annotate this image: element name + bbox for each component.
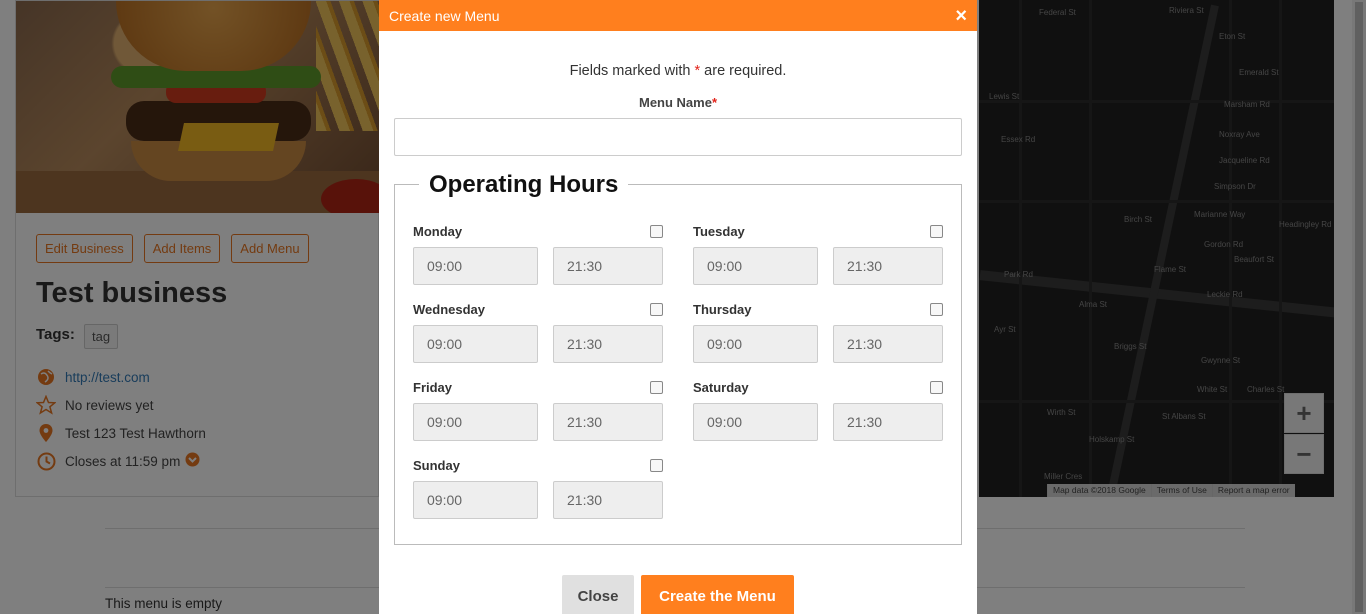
opening-time-input[interactable]: 09:00 [693,403,818,441]
opening-time-input[interactable]: 09:00 [413,247,538,285]
close-button[interactable]: Close [562,575,634,614]
closing-time-input[interactable]: 21:30 [833,325,943,363]
day-checkbox[interactable] [930,381,943,394]
opening-time-input[interactable]: 09:00 [413,403,538,441]
operating-hours-legend: Operating Hours [419,170,629,200]
day-friday: Friday 09:00 21:30 [413,380,663,442]
opening-time-input[interactable]: 09:00 [693,247,818,285]
day-checkbox[interactable] [930,225,943,238]
closing-time-input[interactable]: 21:30 [833,403,943,441]
closing-time-input[interactable]: 21:30 [553,325,663,363]
day-label: Wednesday [413,302,486,317]
modal-header: Create new Menu × [379,0,977,31]
required-note-text: Fields marked with [569,63,695,79]
day-saturday: Saturday 09:00 21:30 [693,380,943,442]
menu-name-label-text: Menu Name [638,95,712,110]
closing-time-input[interactable]: 21:30 [553,247,663,285]
menu-name-input[interactable] [394,118,962,156]
required-star: * [711,95,718,110]
create-menu-modal: Create new Menu × Fields marked with * a… [379,0,977,614]
day-checkbox[interactable] [650,459,663,472]
day-checkbox[interactable] [650,303,663,316]
day-wednesday: Wednesday 09:00 21:30 [413,302,663,364]
menu-name-label: Menu Name* [379,95,977,110]
closing-time-input[interactable]: 21:30 [833,247,943,285]
day-thursday: Thursday 09:00 21:30 [693,302,943,364]
modal-title: Create new Menu [389,7,500,24]
day-monday: Monday 09:00 21:30 [413,224,663,286]
day-label: Monday [413,224,463,239]
day-checkbox[interactable] [930,303,943,316]
day-label: Saturday [693,380,749,395]
day-tuesday: Tuesday 09:00 21:30 [693,224,943,286]
create-menu-button[interactable]: Create the Menu [641,575,794,614]
day-label: Sunday [413,458,460,473]
closing-time-input[interactable]: 21:30 [553,481,663,519]
day-checkbox[interactable] [650,225,663,238]
operating-hours-fieldset: Operating Hours Monday 09:00 21:30 Tuesd… [394,170,962,545]
required-note-text: are required. [700,63,787,79]
day-sunday: Sunday 09:00 21:30 [413,458,663,520]
required-note: Fields marked with * are required. [379,63,977,79]
day-label: Tuesday [693,224,745,239]
closing-time-input[interactable]: 21:30 [553,403,663,441]
close-icon[interactable]: × [955,6,967,26]
day-label: Friday [413,380,453,395]
opening-time-input[interactable]: 09:00 [413,325,538,363]
day-label: Thursday [693,302,752,317]
day-checkbox[interactable] [650,381,663,394]
opening-time-input[interactable]: 09:00 [693,325,818,363]
opening-time-input[interactable]: 09:00 [413,481,538,519]
